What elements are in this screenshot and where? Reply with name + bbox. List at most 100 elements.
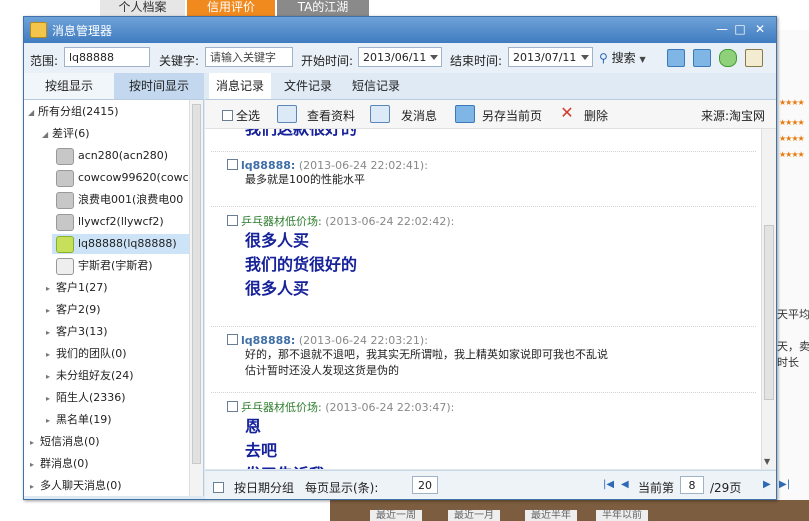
search-button[interactable]: ⚲ 搜索 ▼	[599, 49, 646, 66]
scrollbar-thumb[interactable]	[764, 225, 774, 400]
start-time-value: 2013/06/11	[363, 51, 427, 64]
message-time: (2013-06-24 22:02:41):	[298, 159, 428, 172]
message-manager-icon	[30, 22, 47, 38]
tab-file-records[interactable]: 文件记录	[277, 73, 339, 99]
message-list: 我们这款很好的 lq88888: (2013-06-24 22:02:41): …	[205, 129, 761, 469]
end-time-select[interactable]: 2013/07/11	[508, 47, 593, 67]
import-icon[interactable]	[667, 49, 685, 67]
refresh-icon[interactable]	[719, 49, 737, 67]
tree-group[interactable]: ▸ 客户1(27)	[46, 278, 108, 298]
message-divider	[211, 206, 756, 207]
select-all-label: 全选	[236, 109, 261, 123]
tree-group[interactable]: ▸ 我们的团队(0)	[46, 344, 127, 364]
export-icon[interactable]	[693, 49, 711, 67]
current-page-label: 当前第	[638, 481, 675, 495]
chevron-down-icon	[430, 55, 438, 60]
bg-tab-jianghu[interactable]: TA的江湖	[277, 0, 369, 16]
bg-filter-older[interactable]: 半年以前	[596, 510, 648, 521]
group-by-date-checkbox[interactable]: 按日期分组	[213, 479, 294, 496]
per-page-input[interactable]: 20	[412, 476, 438, 494]
message-body: 我们这款很好的	[227, 129, 357, 141]
tree-group-bad-review[interactable]: ◢ 差评(6)	[42, 124, 90, 144]
tree-scrollbar[interactable]	[189, 100, 203, 496]
tree-group-label: 黑名单(19)	[56, 413, 112, 426]
minimize-button[interactable]: —	[714, 22, 730, 36]
bg-filter-week[interactable]: 最近一周	[370, 510, 422, 521]
keyword-label: 关键字:	[159, 54, 200, 68]
bg-side-text: 天平均	[777, 308, 809, 321]
message-checkbox[interactable]	[227, 401, 238, 412]
message-item: 我们这款很好的	[227, 129, 357, 141]
contact-item[interactable]: 宇斯君(宇斯君)	[56, 256, 153, 276]
contact-item-selected[interactable]: lq88888(lq88888)	[52, 234, 193, 254]
next-page-icon[interactable]: ▶	[763, 479, 771, 490]
contact-label: 宇斯君(宇斯君)	[78, 259, 153, 272]
end-time-label: 结束时间:	[450, 54, 503, 68]
source-label: 来源:淘宝网	[701, 109, 766, 123]
keyword-input[interactable]: 请输入关键字	[205, 47, 293, 67]
contact-item[interactable]: acn280(acn280)	[56, 146, 168, 166]
contact-label: llywcf2(llywcf2)	[78, 215, 164, 228]
tab-sms-records[interactable]: 短信记录	[345, 73, 407, 99]
bg-filter-month[interactable]: 最近一月	[448, 510, 500, 521]
tree-top-group[interactable]: ▸ 短信消息(0)	[30, 432, 100, 452]
tree-group-label: 多人聊天消息(0)	[40, 479, 122, 492]
contact-item[interactable]: llywcf2(llywcf2)	[56, 212, 164, 232]
message-body: 好的，那不退就不退吧，我其实无所谓啦，我上精英如家说即可我也不乱说 估计暂时还没…	[245, 348, 608, 377]
message-checkbox[interactable]	[227, 159, 238, 170]
tab-message-records[interactable]: 消息记录	[209, 73, 271, 99]
chevron-right-icon: ▸	[46, 372, 51, 381]
filter-bar: 范围: lq88888 关键字: 请输入关键字 开始时间: 2013/06/11…	[24, 43, 776, 73]
message-divider	[211, 151, 756, 152]
profile-card-icon	[277, 105, 297, 123]
bg-filter-halfyear[interactable]: 最近半年	[525, 510, 577, 521]
maximize-button[interactable]: □	[732, 22, 748, 36]
message-divider	[211, 392, 756, 393]
start-time-select[interactable]: 2013/06/11	[358, 47, 442, 67]
background-page-footer: 最近一周 最近一月 最近半年 半年以前	[330, 500, 809, 521]
tree-top-group[interactable]: ▸ 多人聊天消息(0)	[30, 476, 122, 496]
bg-tab-credit[interactable]: 信用评价	[187, 0, 275, 16]
message-item: lq88888: (2013-06-24 22:02:41): 最多就是100的…	[227, 159, 428, 188]
bg-tab-profile[interactable]: 个人档案	[100, 0, 185, 16]
pager-bar: 按日期分组 每页显示(条): 20 |◀ ◀ 当前第 8 /29页 ▶ ▶|	[205, 470, 790, 499]
contact-item[interactable]: cowcow99620(cowcow	[56, 168, 203, 188]
tree-group[interactable]: ▸ 黑名单(19)	[46, 410, 112, 430]
tree-root[interactable]: ◢ 所有分组(2415)	[28, 102, 119, 122]
first-page-icon[interactable]: |◀	[603, 479, 614, 490]
range-input[interactable]: lq88888	[64, 47, 150, 67]
tree-group[interactable]: ▸ 未分组好友(24)	[46, 366, 134, 386]
message-checkbox[interactable]	[227, 215, 238, 226]
view-profile-button[interactable]: 查看资料	[307, 107, 355, 124]
message-scrollbar[interactable]: ▼	[761, 129, 776, 469]
scroll-down-icon[interactable]: ▼	[764, 457, 770, 466]
chevron-down-icon	[581, 55, 589, 60]
tree-group[interactable]: ▸ 陌生人(2336)	[46, 388, 126, 408]
message-checkbox[interactable]	[227, 334, 238, 345]
save-icon	[455, 105, 475, 123]
rating-stars-icon: ★★★★	[779, 98, 805, 107]
delete-button[interactable]: 删除	[584, 107, 608, 124]
current-page-input[interactable]: 8	[680, 476, 704, 494]
last-page-icon[interactable]: ▶|	[779, 479, 790, 490]
range-label: 范围:	[30, 54, 59, 68]
tree-top-group[interactable]: ▸ 群消息(0)	[30, 454, 89, 474]
contact-label: 浪费电001(浪费电00	[78, 193, 184, 206]
tree-group-label: 客户3(13)	[56, 325, 108, 338]
tab-by-group[interactable]: 按组显示	[24, 73, 114, 99]
scrollbar-thumb[interactable]	[192, 104, 201, 464]
avatar	[56, 213, 74, 231]
tab-by-time[interactable]: 按时间显示	[114, 73, 204, 99]
select-all-checkbox[interactable]: 全选	[222, 107, 260, 124]
title-bar[interactable]: 消息管理器 — □ ✕	[24, 17, 776, 43]
close-button[interactable]: ✕	[752, 22, 768, 36]
notes-icon[interactable]	[745, 49, 763, 67]
save-page-button[interactable]: 另存当前页	[482, 107, 542, 124]
contact-item[interactable]: 浪费电001(浪费电00	[56, 190, 183, 210]
prev-page-icon[interactable]: ◀	[621, 479, 629, 490]
tree-group[interactable]: ▸ 客户2(9)	[46, 300, 101, 320]
checkbox-icon	[222, 110, 233, 121]
send-message-button[interactable]: 发消息	[401, 107, 437, 124]
tree-group-label: 差评(6)	[52, 127, 90, 140]
tree-group[interactable]: ▸ 客户3(13)	[46, 322, 108, 342]
